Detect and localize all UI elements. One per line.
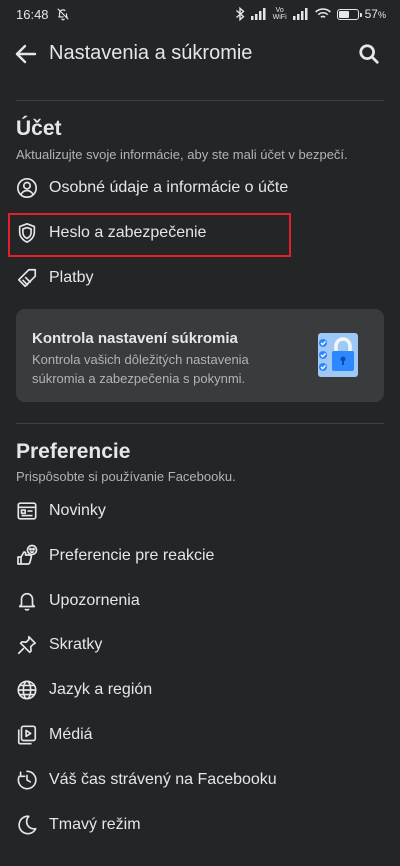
menu-item-dark-mode[interactable]: Tmavý režim (0, 805, 400, 845)
clock-icon (14, 767, 40, 793)
search-button[interactable] (355, 40, 383, 68)
section-subtitle-preferences: Prispôsobte si používanie Facebooku. (16, 469, 236, 484)
reactions-icon (14, 543, 40, 569)
highlight-box (8, 213, 291, 257)
back-button[interactable] (12, 40, 40, 68)
status-time: 16:48 (16, 6, 49, 22)
card-title: Kontrola nastavení súkromia (32, 330, 238, 347)
news-feed-icon (14, 498, 40, 524)
privacy-checkup-card[interactable]: Kontrola nastavení súkromia Kontrola vaš… (16, 309, 384, 402)
status-bar: 16:48 Vo WiFi 57% (0, 0, 400, 28)
divider (16, 100, 384, 101)
card-description: Kontrola vašich dôležitých nastavenia sú… (32, 352, 249, 386)
menu-item-personal-info[interactable]: Osobné údaje a informácie o účte (0, 168, 400, 208)
section-title-preferences: Preferencie (16, 440, 131, 463)
menu-item-payments[interactable]: Platby (0, 258, 400, 298)
bell-icon (14, 588, 40, 614)
app-header: Nastavenia a súkromie (0, 30, 400, 78)
section-title-account: Účet (16, 117, 62, 140)
signal-icon-2 (292, 8, 309, 20)
page-title: Nastavenia a súkromie (49, 42, 253, 64)
menu-item-news-feed[interactable]: Novinky (0, 491, 400, 531)
menu-item-label: Váš čas strávený na Facebooku (49, 771, 277, 788)
signal-icon (250, 8, 267, 20)
menu-item-label: Upozornenia (49, 592, 140, 609)
menu-item-label: Jazyk a región (49, 681, 153, 698)
search-icon (359, 44, 379, 64)
mute-bell-icon (56, 7, 70, 21)
menu-item-media[interactable]: Médiá (0, 715, 400, 755)
divider (16, 423, 384, 424)
arrow-left-icon (15, 44, 37, 64)
battery-icon (336, 8, 362, 20)
menu-item-label: Médiá (49, 726, 93, 743)
menu-item-shortcuts[interactable]: Skratky (0, 625, 400, 665)
tag-icon (14, 265, 40, 291)
media-icon (14, 722, 40, 748)
bluetooth-icon (235, 7, 245, 21)
battery-percent: 57% (364, 7, 386, 21)
moon-icon (14, 812, 40, 838)
menu-item-label: Skratky (49, 636, 103, 653)
menu-item-notifications[interactable]: Upozornenia (0, 581, 400, 621)
menu-item-language-region[interactable]: Jazyk a región (0, 670, 400, 710)
menu-item-label: Tmavý režim (49, 816, 141, 833)
volte-icon: Vo WiFi (272, 7, 287, 21)
menu-item-label: Novinky (49, 502, 106, 519)
menu-item-time-on-facebook[interactable]: Váš čas strávený na Facebooku (0, 760, 400, 800)
menu-item-label: Preferencie pre reakcie (49, 547, 215, 564)
pin-icon (14, 632, 40, 658)
wifi-icon (314, 8, 331, 20)
lock-checklist-icon (314, 331, 362, 379)
globe-icon (14, 677, 40, 703)
battery-fill (338, 10, 349, 18)
menu-item-label: Platby (49, 269, 94, 286)
person-icon (14, 175, 40, 201)
menu-item-reactions[interactable]: Preferencie pre reakcie (0, 536, 400, 576)
menu-item-label: Osobné údaje a informácie o účte (49, 179, 289, 196)
section-subtitle-account: Aktualizujte svoje informácie, aby ste m… (16, 147, 348, 162)
